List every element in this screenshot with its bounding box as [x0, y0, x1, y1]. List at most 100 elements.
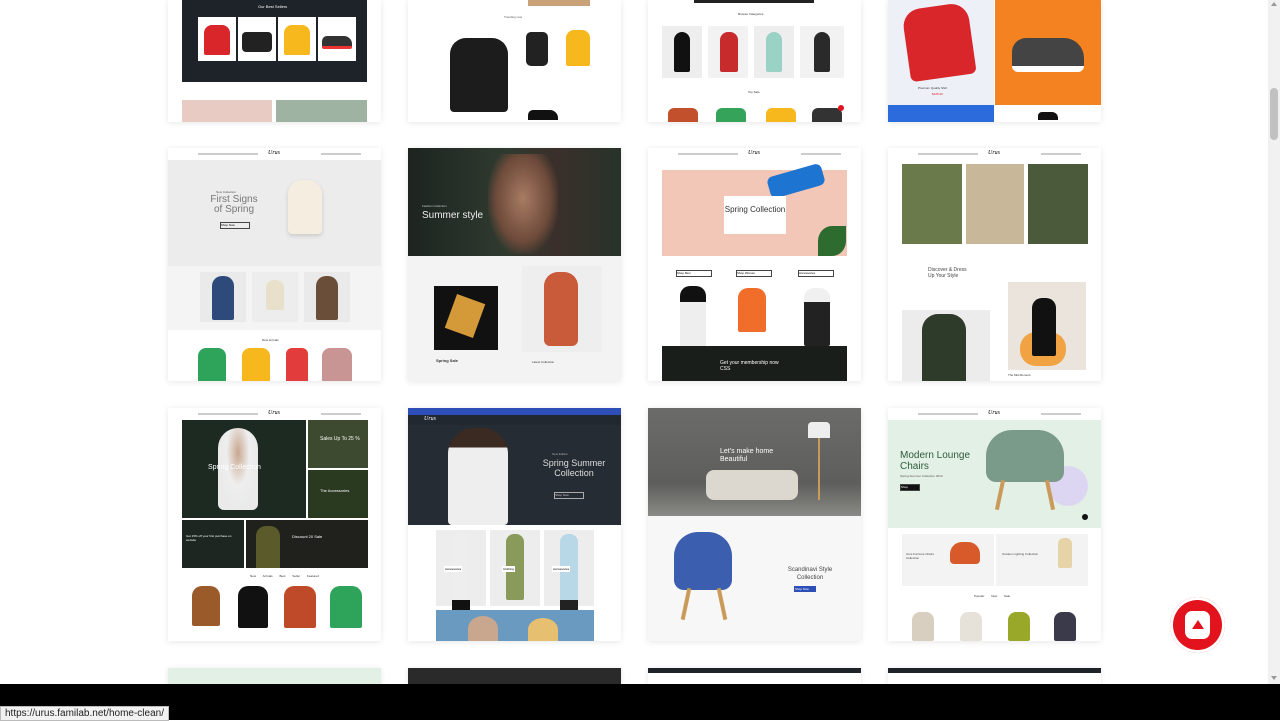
product-tabs[interactable]: New Arrivals Best Seller Featured — [250, 574, 319, 578]
hero-title: Summer style — [422, 210, 484, 221]
header: Urus — [168, 148, 381, 160]
model-figure — [680, 286, 706, 348]
demo-thumbnail-r2c2[interactable]: Let's make home Beautiful Scandinavi Sty… — [648, 408, 861, 641]
promo-label: Latest Collection — [532, 360, 555, 364]
duffel-bag-image — [242, 32, 272, 52]
lookbook-image — [1028, 164, 1088, 244]
scroll-down-icon[interactable] — [1271, 676, 1277, 680]
shop-now-button[interactable]: Shop Now — [794, 586, 816, 592]
slider-dot[interactable] — [1082, 514, 1088, 520]
shop-women-button[interactable]: Shop Women — [736, 270, 772, 277]
model-figure — [1032, 298, 1056, 356]
shop-men-button[interactable]: Shop Men — [676, 270, 712, 277]
demo-thumbnail-r3c2[interactable] — [648, 668, 861, 684]
tab-new[interactable]: New — [991, 594, 997, 598]
demo-thumbnail-r3c1[interactable] — [408, 668, 621, 684]
model-figure — [720, 32, 738, 72]
demo-thumbnail-r0c0[interactable]: Our Best Sellers — [168, 0, 381, 122]
tab-featured[interactable]: Featured — [307, 574, 319, 578]
accessories-button[interactable]: Accessories — [798, 270, 834, 277]
model-portrait — [488, 154, 558, 254]
product-image — [668, 108, 698, 122]
logo: Urus — [268, 150, 281, 156]
product-image — [286, 348, 308, 381]
side-banner — [308, 420, 368, 468]
demo-thumbnail-r3c3[interactable] — [888, 668, 1101, 684]
back-to-top-button[interactable] — [1170, 597, 1225, 653]
model-figure — [256, 526, 280, 568]
product-image — [238, 586, 268, 628]
patterned-sweater-image — [450, 38, 508, 112]
model-figure — [922, 314, 966, 381]
hero-banner — [408, 668, 621, 684]
hero-title: Modern Lounge Chairs — [900, 450, 971, 472]
demo-thumbnail-r0c3[interactable]: Premium Quality Shirt $125.00 — [888, 0, 1101, 122]
demo-thumbnail-r2c3[interactable]: Urus Modern Lounge Chairs Spring-Summer … — [888, 408, 1101, 641]
button-label: Shop — [901, 485, 909, 489]
shop-now-button[interactable]: Shop Now — [554, 492, 584, 499]
product-image — [1054, 612, 1076, 641]
tab-popular[interactable]: Popular — [974, 594, 984, 598]
demo-thumbnail-r2c0[interactable]: Urus Spring Collection Sales Up To 25 % … — [168, 408, 381, 641]
hero-banner — [168, 668, 381, 684]
product-image — [242, 348, 270, 381]
side-text: Discover & Dress Up Your Style — [928, 267, 967, 279]
red-jacket-image — [204, 25, 230, 55]
demo-thumbnail-r0c2[interactable]: Browse Categories Top Sale — [648, 0, 861, 122]
hero-title: Spring Collection — [724, 205, 786, 214]
button-label: Shop Women — [737, 271, 756, 275]
yellow-jacket-image — [566, 30, 590, 66]
hero-eyebrow: New Edition — [552, 452, 569, 456]
tab-best-seller[interactable]: Best Seller — [280, 574, 301, 578]
category-label: Clothing — [502, 566, 516, 572]
demo-thumbnail-r1c1[interactable]: Fashion Collection Summer style Spring S… — [408, 148, 621, 381]
shop-now-button[interactable]: Shop Now — [220, 222, 250, 229]
model-figure — [804, 288, 830, 346]
header: Urus — [648, 148, 861, 160]
scroll-up-icon[interactable] — [1271, 2, 1277, 6]
hero-title: Spring Collection — [208, 464, 261, 471]
banner-text: Get your membership now CSS — [720, 360, 779, 372]
status-bar-url: https://urus.familab.net/home-clean/ — [0, 706, 169, 721]
product-image — [192, 586, 220, 626]
bag-figure — [266, 280, 284, 310]
new-arrivals-heading: New Arrivals — [262, 338, 279, 342]
hero-eyebrow: Fashion Collection — [422, 204, 447, 208]
bottom-banner — [436, 610, 594, 641]
tab-sale[interactable]: Sale — [1004, 594, 1010, 598]
header: Urus — [888, 148, 1101, 160]
lounge-chair-image — [986, 430, 1064, 482]
hero-title: Spring Summer Collection — [542, 458, 606, 478]
button-label: Accessories — [799, 271, 816, 275]
demo-thumbnail-r0c1[interactable]: Trending now — [408, 0, 621, 122]
shoe-image — [1038, 112, 1058, 120]
header: Urus — [888, 408, 1101, 420]
hero-title: Let's make home Beautiful — [720, 448, 774, 463]
demo-thumbnail-r3c0[interactable] — [168, 668, 381, 684]
model-figure — [468, 616, 498, 641]
scrollbar-thumb[interactable] — [1270, 88, 1278, 140]
lookbook-image — [966, 164, 1024, 244]
tab-new-arrivals[interactable]: New Arrivals — [250, 574, 273, 578]
demo-thumbnail-r1c0[interactable]: Urus New Collection First Signs of Sprin… — [168, 148, 381, 381]
hero-card — [724, 196, 786, 234]
demo-thumbnail-r1c3[interactable]: Urus Discover & Dress Up Your Style The … — [888, 148, 1101, 381]
product-tabs[interactable]: Popular New Sale — [974, 594, 1010, 598]
model-figure — [738, 288, 766, 332]
backpack-image — [526, 32, 548, 66]
demo-thumbnail-r2c1[interactable]: Urus New Edition Spring Summer Collectio… — [408, 408, 621, 641]
product-image — [1008, 612, 1030, 641]
nav-band — [888, 673, 1101, 684]
vertical-scrollbar[interactable] — [1268, 0, 1280, 684]
demo-thumbnail-r1c2[interactable]: Urus Spring Collection Shop Men Shop Wom… — [648, 148, 861, 381]
model-figure — [448, 428, 508, 525]
logo: Urus — [268, 410, 281, 416]
product-caption: Premium Quality Shirt — [918, 86, 948, 90]
banner-strip — [528, 0, 590, 6]
product-image — [330, 586, 362, 628]
product-image — [198, 348, 226, 381]
hero-title: First Signs of Spring — [210, 194, 258, 215]
armchair-image — [674, 532, 732, 590]
promo-label: Spring Sale — [436, 358, 459, 363]
shop-button[interactable]: Shop — [900, 484, 920, 491]
